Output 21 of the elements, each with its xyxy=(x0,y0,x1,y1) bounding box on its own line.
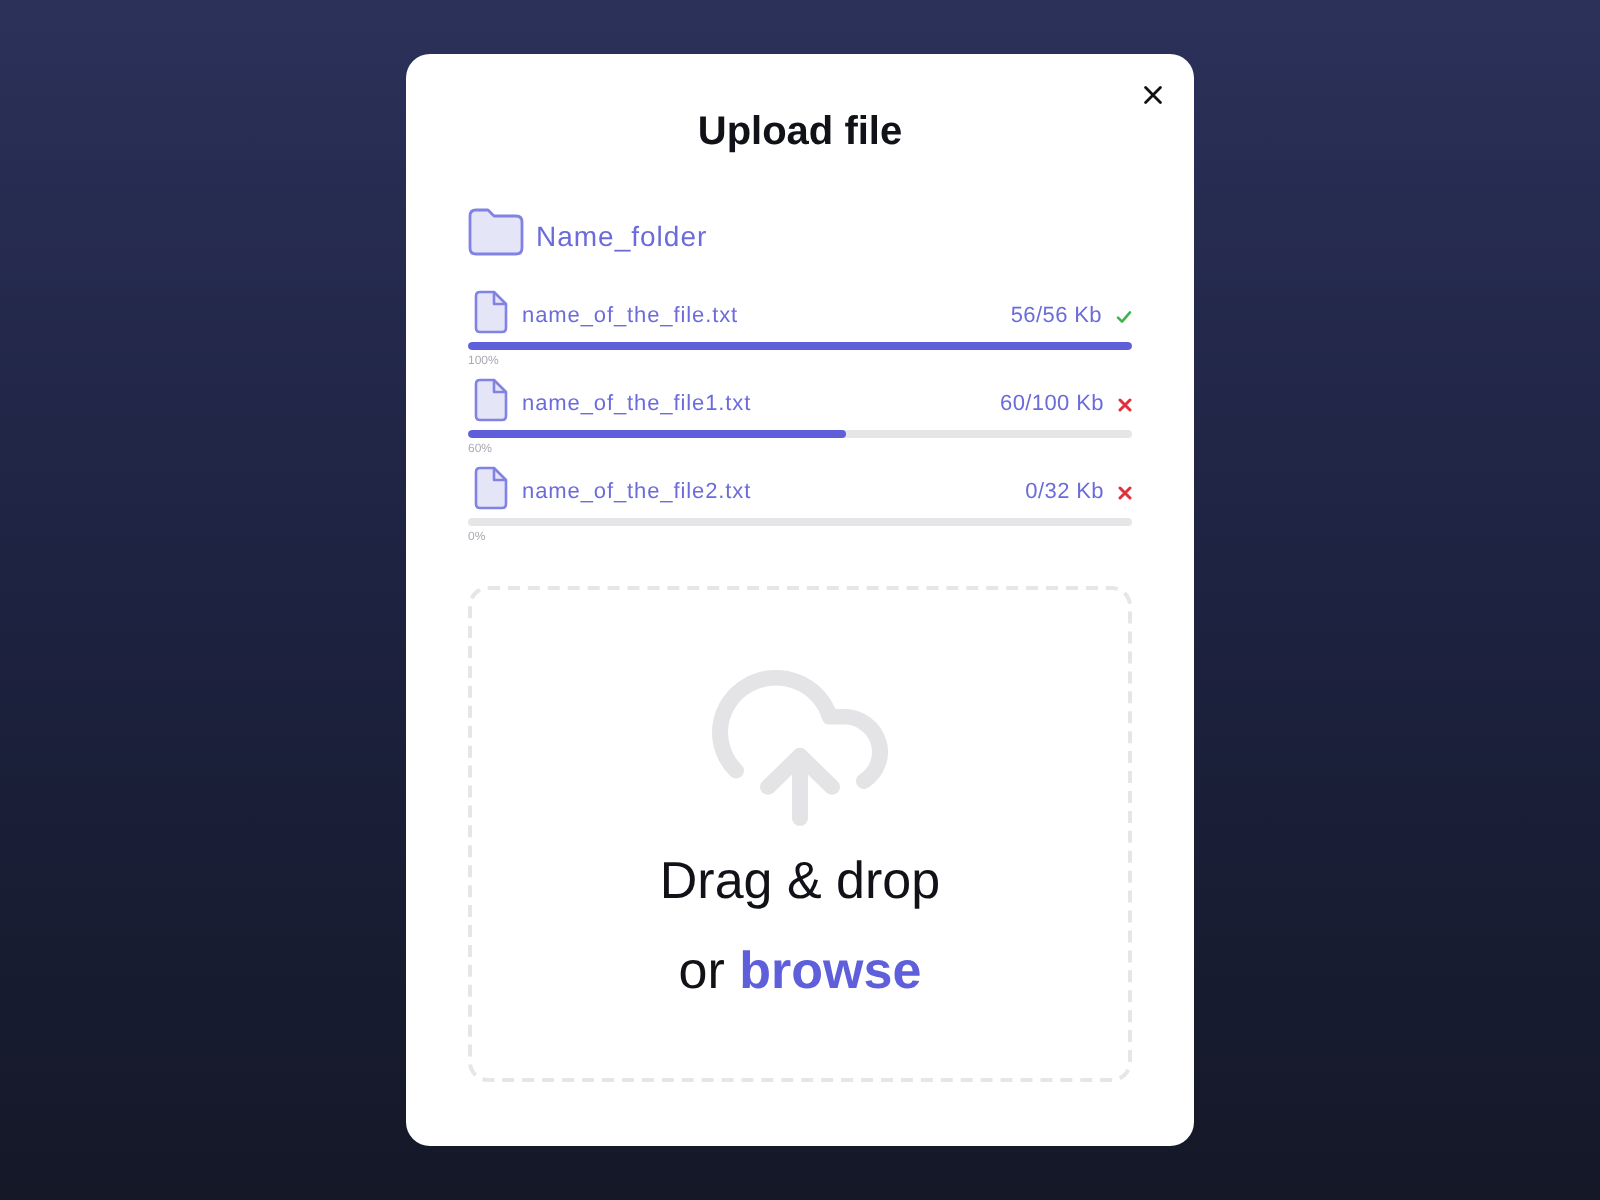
check-icon xyxy=(1116,309,1132,323)
folder-icon xyxy=(468,208,524,256)
cross-icon[interactable] xyxy=(1118,485,1132,499)
browse-prompt: or browse xyxy=(678,938,922,1004)
file-icon xyxy=(474,290,508,334)
file-size: 60/100 Kb xyxy=(1000,390,1104,418)
close-icon[interactable] xyxy=(1144,86,1162,104)
cloud-upload-icon xyxy=(712,670,888,826)
file-name: name_of_the_file.txt xyxy=(522,302,739,330)
file-size: 0/32 Kb xyxy=(1025,478,1104,506)
file-name: name_of_the_file1.txt xyxy=(522,390,752,418)
file-icon xyxy=(474,466,508,510)
cross-icon[interactable] xyxy=(1118,397,1132,411)
drop-zone[interactable]: Drag & drop or browse xyxy=(468,586,1132,1082)
browse-link[interactable]: browse xyxy=(739,940,922,1000)
file-size: 56/56 Kb xyxy=(1010,302,1102,330)
folder-name: Name_folder xyxy=(536,217,708,253)
drop-text: Drag & drop xyxy=(659,848,941,914)
file-name: name_of_the_file2.txt xyxy=(522,478,752,506)
dialog-title: Upload file xyxy=(697,108,903,156)
file-icon xyxy=(474,378,508,422)
